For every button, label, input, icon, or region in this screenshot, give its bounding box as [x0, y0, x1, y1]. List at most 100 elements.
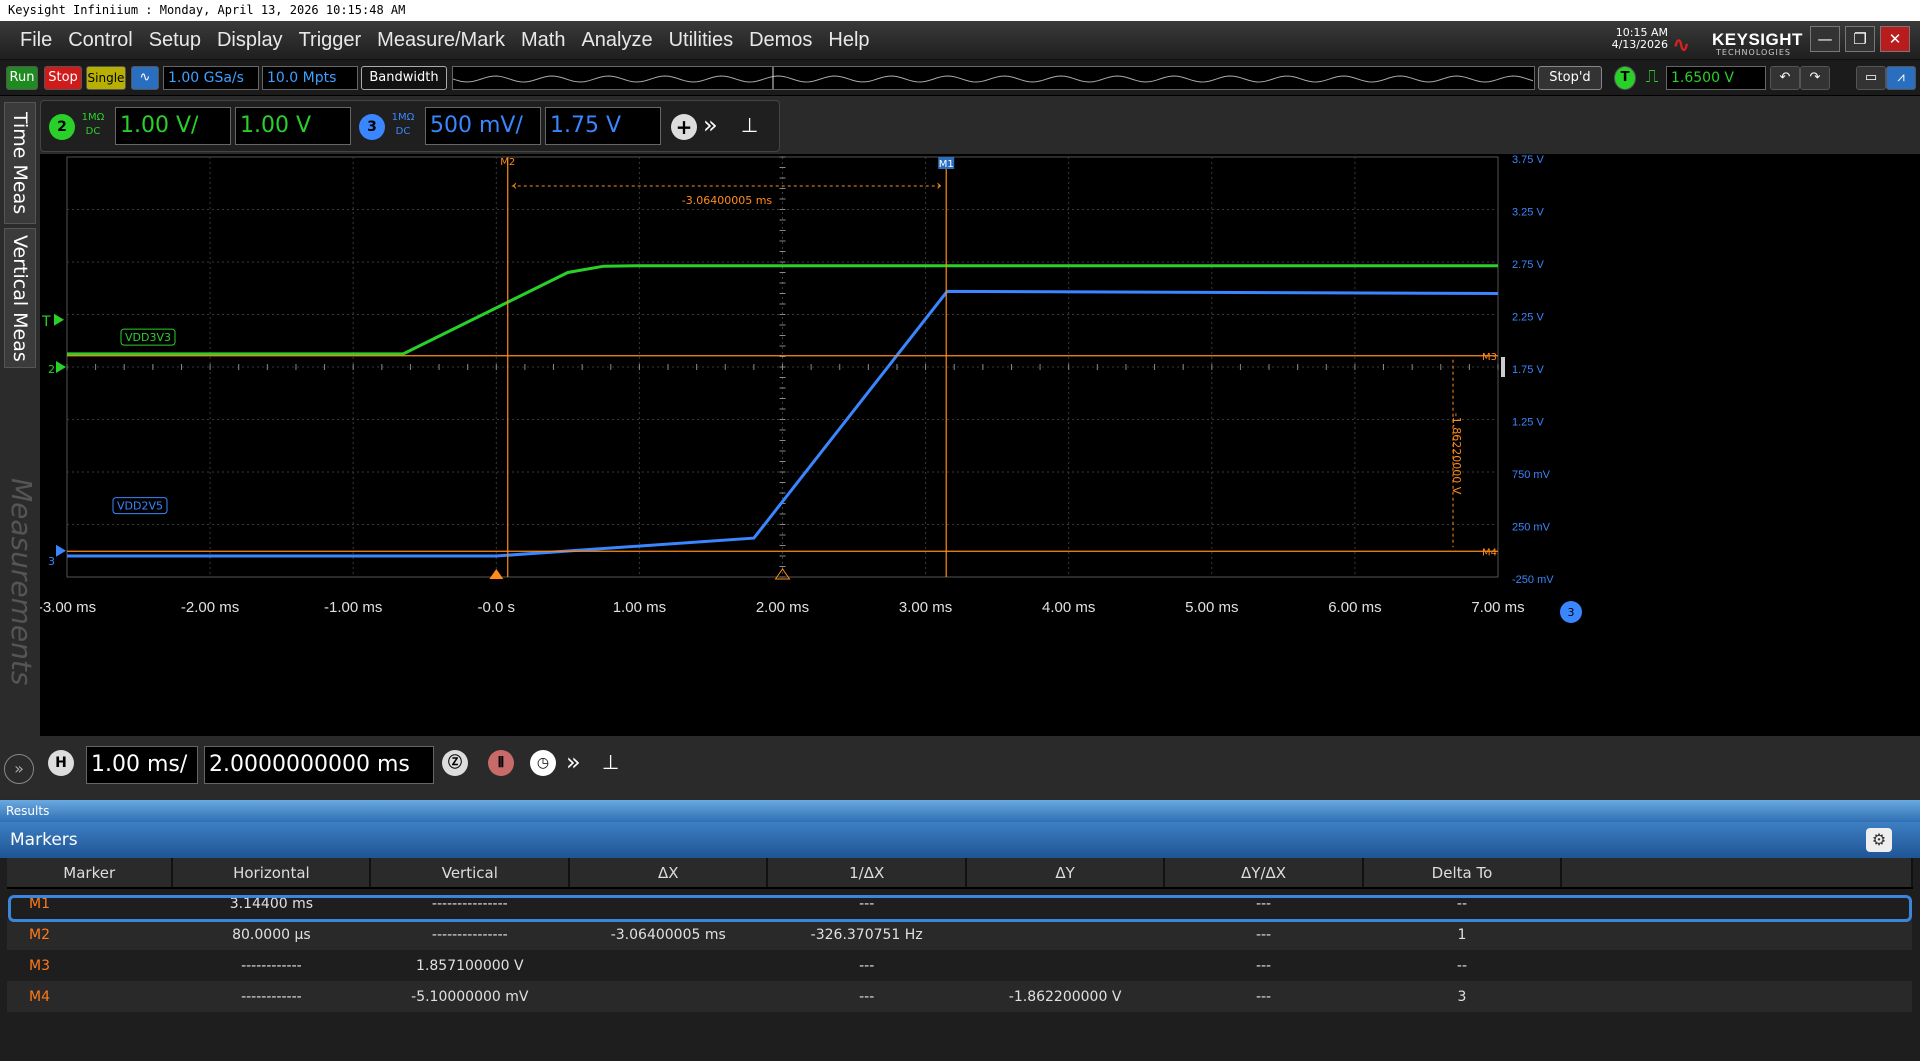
redo-icon[interactable]: ↷ [1800, 66, 1830, 90]
horizontal-badge[interactable]: H [48, 750, 74, 776]
channel-3-badge[interactable]: 3 [359, 114, 385, 140]
delta-y-value: -1.86220000 V [1450, 413, 1463, 495]
pin-icon[interactable]: ⊥ [741, 113, 758, 137]
table-row[interactable]: M3 ------------ 1.857100000 V --- --- -- [7, 950, 1912, 981]
close-button[interactable]: ✕ [1880, 26, 1910, 52]
channel-bar: 2 1MΩ DC 1.00 V/ 1.00 V 3 1MΩ DC 500 mV/ 1… [40, 100, 780, 152]
menu-utilities[interactable]: Utilities [661, 29, 741, 52]
channel-3-offset[interactable]: 1.75 V [545, 107, 661, 145]
single-button[interactable]: Single [86, 66, 126, 90]
rising-edge-icon[interactable]: ⎍ [1640, 66, 1664, 90]
col-delta-to[interactable]: Delta To [1363, 858, 1562, 889]
channel-3-scale[interactable]: 500 mV/ [425, 107, 541, 145]
x-tick-label: 2.00 ms [756, 599, 809, 616]
bandwidth-button[interactable]: Bandwidth [361, 66, 447, 90]
channel-2-badge[interactable]: 2 [49, 114, 75, 140]
acquisition-icon[interactable]: ∿ [131, 66, 159, 90]
col--y--x[interactable]: ΔY/ΔX [1164, 858, 1365, 889]
x-tick-label: 3.00 ms [899, 599, 952, 616]
acquisition-status: Stop'd [1538, 66, 1602, 90]
expand-icon[interactable]: » [4, 754, 34, 784]
cell [1561, 950, 1912, 981]
col--x[interactable]: ΔX [569, 858, 769, 889]
cell: -326.370751 Hz [767, 919, 967, 950]
tab-time-meas[interactable]: Time Meas [4, 102, 36, 224]
col-1--x[interactable]: 1/ΔX [767, 858, 968, 889]
menu-measure-mark[interactable]: Measure/Mark [369, 29, 513, 52]
undo-icon[interactable]: ↶ [1770, 66, 1800, 90]
toolbar: Run Stop Single ∿ 1.00 GSa/s 10.0 Mpts B… [0, 60, 1920, 96]
col--y[interactable]: ΔY [966, 858, 1166, 889]
y-tick-label: 1.25 V [1512, 417, 1544, 429]
expand-timebase-icon[interactable]: » [566, 748, 581, 776]
cell: --- [1164, 919, 1364, 950]
window-title: Keysight Infiniium : Monday, April 13, 2… [0, 0, 1920, 21]
menu-setup[interactable]: Setup [141, 29, 209, 52]
sample-rate-field[interactable]: 1.00 GSa/s [163, 66, 259, 90]
table-row[interactable]: M2 80.0000 µs --------------- -3.06400005 m… [7, 919, 1912, 950]
restore-button[interactable]: ❐ [1845, 26, 1875, 52]
menu-control[interactable]: Control [60, 29, 140, 52]
col-marker[interactable]: Marker [7, 858, 174, 889]
memory-depth-field[interactable]: 10.0 Mpts [262, 66, 358, 90]
add-channel-icon[interactable]: + [671, 114, 697, 140]
settings-gear-icon[interactable]: ⚙ [1866, 828, 1892, 852]
delta-x-arrow-right: › [936, 178, 942, 194]
waveform-plot[interactable]: -3.00 ms -2.00 ms -1.00 ms -0.0 s 1.00 ms 2.0… [40, 154, 1920, 736]
stop-button[interactable]: Stop [44, 66, 82, 90]
x-tick-label: 1.00 ms [613, 599, 666, 616]
col-horizontal[interactable]: Horizontal [172, 858, 372, 889]
menu-analyze[interactable]: Analyze [573, 29, 660, 52]
col-vertical[interactable]: Vertical [370, 858, 571, 889]
menu-display[interactable]: Display [209, 29, 291, 52]
autoscale-icon[interactable]: ⩘ [1886, 66, 1916, 90]
results-panel: Results Markers ⚙ Marker Horizontal Vertic… [0, 800, 1920, 1061]
segments-icon[interactable]: ⦀ [488, 750, 514, 776]
cell [569, 950, 767, 981]
menu-math[interactable]: Math [513, 29, 573, 52]
waveform-overview[interactable] [452, 66, 1535, 90]
y-tick-label: -250 mV [1512, 574, 1554, 586]
y-tick-label: 3.25 V [1512, 207, 1544, 219]
trigger-level-field[interactable]: 1.6500 V [1666, 66, 1766, 90]
selected-row-highlight [8, 895, 1912, 922]
tab-measurements[interactable]: Measurements [4, 372, 38, 792]
clock-icon[interactable]: ◷ [530, 750, 556, 776]
x-tick-label: 6.00 ms [1328, 599, 1381, 616]
marker-m4-label: M4 [1482, 547, 1497, 558]
keysight-wave-icon: ∿ [1672, 33, 1691, 58]
marker-m3-label: M3 [1482, 352, 1497, 363]
menu-trigger[interactable]: Trigger [291, 29, 370, 52]
menu-demos[interactable]: Demos [741, 29, 820, 52]
table-row[interactable]: M4 ------------ -5.10000000 mV --- -1.862200… [7, 981, 1912, 1012]
col-spacer[interactable] [1560, 858, 1914, 889]
channel-2-coupling: 1MΩ DC [81, 112, 105, 137]
timebase-position[interactable]: 2.0000000000 ms [204, 746, 434, 784]
tab-vertical-meas[interactable]: Vertical Meas [4, 228, 36, 368]
channel-3-coupling: 1MΩ DC [391, 112, 415, 137]
channel-2-offset[interactable]: 1.00 V [235, 107, 351, 145]
minimize-button[interactable]: — [1810, 26, 1840, 52]
expand-channels-icon[interactable]: » [703, 111, 718, 139]
channel-2-scale[interactable]: 1.00 V/ [115, 107, 231, 145]
timebase-pin-icon[interactable]: ⊥ [602, 750, 619, 774]
menu-help[interactable]: Help [820, 29, 877, 52]
cell: -3.06400005 ms [569, 919, 768, 950]
cell [1560, 981, 1912, 1012]
x-tick-label: 5.00 ms [1185, 599, 1238, 616]
cell: 80.0000 µs [172, 919, 371, 950]
menu-icon[interactable]: ▭ [1856, 66, 1886, 90]
delta-x-value: -3.06400005 ms [682, 194, 773, 207]
trigger-badge[interactable]: T [1614, 66, 1636, 90]
y-tick-label: 750 mV [1512, 469, 1551, 481]
cell: M4 [7, 981, 173, 1012]
timebase-scale[interactable]: 1.00 ms/ [86, 746, 198, 784]
cell: -1.862200000 V [966, 981, 1165, 1012]
run-button[interactable]: Run [6, 66, 38, 90]
menu-file[interactable]: File [12, 29, 60, 52]
ch3-ground-arrow [56, 544, 66, 557]
zoom-icon[interactable]: Ⓩ [442, 750, 468, 776]
cell: -5.10000000 mV [370, 981, 570, 1012]
cell: 3 [1363, 981, 1561, 1012]
cell: ------------ [172, 981, 371, 1012]
